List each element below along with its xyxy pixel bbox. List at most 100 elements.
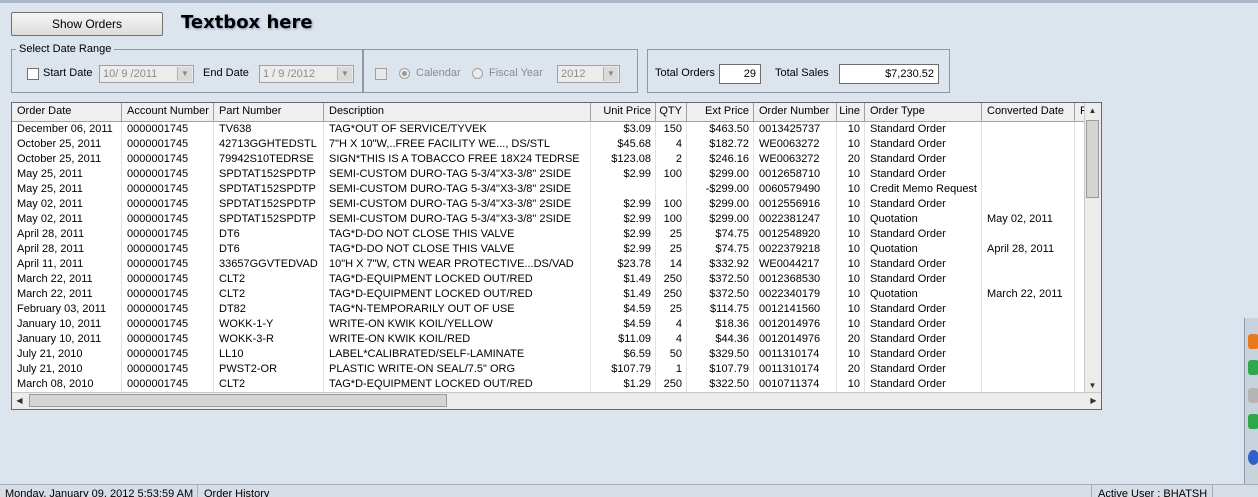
table-cell: CLT2 xyxy=(214,287,324,302)
arrow-left-icon[interactable]: ◀ xyxy=(12,393,27,408)
start-date-checkbox[interactable] xyxy=(27,68,39,80)
orders-grid[interactable]: Order Date Account Number Part Number Descr… xyxy=(11,102,1102,410)
horizontal-scrollbar[interactable]: ◀ ▶ xyxy=(12,392,1101,409)
table-cell: $74.75 xyxy=(687,227,754,242)
warning-icon[interactable] xyxy=(1248,334,1258,349)
column-header[interactable]: Unit Price xyxy=(591,103,656,121)
chevron-down-icon[interactable]: ▼ xyxy=(337,67,352,81)
column-header[interactable]: Account Number xyxy=(122,103,214,121)
table-cell: May 25, 2011 xyxy=(12,182,122,197)
start-date-picker[interactable]: 10/ 9 /2011 ▼ xyxy=(99,65,194,83)
chevron-down-icon[interactable]: ▼ xyxy=(603,67,618,81)
table-cell: TAG*D-EQUIPMENT LOCKED OUT/RED xyxy=(324,377,591,392)
table-cell: 100 xyxy=(656,197,687,212)
table-cell: $18.36 xyxy=(687,317,754,332)
table-row[interactable]: October 25, 2011 0000001745 79942S10TEDRSE… xyxy=(12,152,1085,167)
status-datetime: Monday, January 09, 2012 5:53:59 AM xyxy=(0,485,198,497)
table-cell: 0000001745 xyxy=(122,377,214,392)
table-row[interactable]: February 03, 2011 0000001745 DT82 TAG*N-TEM… xyxy=(12,302,1085,317)
column-header[interactable]: Order Number xyxy=(754,103,837,121)
column-header[interactable]: Order Date xyxy=(12,103,122,121)
table-cell: $44.36 xyxy=(687,332,754,347)
vertical-scrollbar[interactable]: ▲ ▼ xyxy=(1084,103,1101,393)
table-cell: WOKK-3-R xyxy=(214,332,324,347)
fiscal-year-radio[interactable] xyxy=(472,68,483,79)
table-cell: Quotation xyxy=(865,242,982,257)
column-header[interactable]: Line xyxy=(837,103,865,121)
table-cell: 0000001745 xyxy=(122,182,214,197)
horizontal-scroll-thumb[interactable] xyxy=(29,394,447,407)
table-cell: 10 xyxy=(837,122,865,137)
table-cell: Quotation xyxy=(865,212,982,227)
table-cell: 7"H X 10"W,..FREE FACILITY WE..., DS/STL xyxy=(324,137,591,152)
table-cell: $2.99 xyxy=(591,197,656,212)
play-icon[interactable] xyxy=(1248,414,1258,429)
table-row[interactable]: March 08, 2010 0000001745 CLT2 TAG*D-EQUIPM… xyxy=(12,377,1085,392)
table-cell: 0012658710 xyxy=(754,167,837,182)
table-cell: 250 xyxy=(656,287,687,302)
table-cell xyxy=(982,272,1075,287)
arrow-down-icon[interactable]: ▼ xyxy=(1085,378,1100,393)
green-action-icon[interactable] xyxy=(1248,360,1258,375)
table-cell: 0010711374 xyxy=(754,377,837,392)
table-row[interactable]: January 10, 2011 0000001745 WOKK-3-R WRITE-… xyxy=(12,332,1085,347)
table-cell: WRITE-ON KWIK KOIL/RED xyxy=(324,332,591,347)
table-cell: March 22, 2011 xyxy=(12,287,122,302)
table-cell: SEMI-CUSTOM DURO-TAG 5-3/4"X3-3/8" 2SIDE xyxy=(324,197,591,212)
arrow-up-icon[interactable]: ▲ xyxy=(1085,103,1100,118)
column-header[interactable]: QTY xyxy=(656,103,687,121)
table-row[interactable]: April 28, 2011 0000001745 DT6 TAG*D-DO NOT … xyxy=(12,227,1085,242)
table-row[interactable]: April 11, 2011 0000001745 33657GGVTEDVAD 10… xyxy=(12,257,1085,272)
table-cell: SIGN*THIS IS A TOBACCO FREE 18X24 TEDRSE xyxy=(324,152,591,167)
show-orders-button[interactable]: Show Orders xyxy=(11,12,163,36)
column-header[interactable]: Converted Date xyxy=(982,103,1075,121)
table-row[interactable]: January 10, 2011 0000001745 WOKK-1-Y WRITE-… xyxy=(12,317,1085,332)
table-row[interactable]: March 22, 2011 0000001745 CLT2 TAG*D-EQUIPM… xyxy=(12,272,1085,287)
table-row[interactable]: December 06, 2011 0000001745 TV638 TAG*OUT … xyxy=(12,122,1085,137)
table-row[interactable]: May 02, 2011 0000001745 SPDTAT152SPDTP SEMI… xyxy=(12,197,1085,212)
period-checkbox[interactable] xyxy=(375,68,387,80)
chevron-down-icon[interactable]: ▼ xyxy=(177,67,192,81)
table-cell: Standard Order xyxy=(865,227,982,242)
table-row[interactable]: April 28, 2011 0000001745 DT6 TAG*D-DO NOT … xyxy=(12,242,1085,257)
table-cell: 0012556916 xyxy=(754,197,837,212)
table-cell xyxy=(982,302,1075,317)
total-orders-field[interactable]: 29 xyxy=(719,64,761,84)
disabled-action-icon[interactable] xyxy=(1248,388,1258,403)
vertical-scroll-thumb[interactable] xyxy=(1086,120,1099,198)
arrow-right-icon[interactable]: ▶ xyxy=(1086,393,1101,408)
globe-icon[interactable] xyxy=(1248,450,1258,465)
table-cell: $299.00 xyxy=(687,197,754,212)
status-active-user: Active User : BHATSH xyxy=(1093,485,1213,497)
table-cell: 0000001745 xyxy=(122,122,214,137)
table-cell: 0022381247 xyxy=(754,212,837,227)
table-row[interactable]: May 25, 2011 0000001745 SPDTAT152SPDTP SEMI… xyxy=(12,182,1085,197)
table-row[interactable]: July 21, 2010 0000001745 LL10 LABEL*CALIBRA… xyxy=(12,347,1085,362)
table-cell: $372.50 xyxy=(687,272,754,287)
table-cell: $74.75 xyxy=(687,242,754,257)
table-row[interactable]: May 25, 2011 0000001745 SPDTAT152SPDTP SEMI… xyxy=(12,167,1085,182)
table-row[interactable]: March 22, 2011 0000001745 CLT2 TAG*D-EQUIPM… xyxy=(12,287,1085,302)
table-row[interactable]: July 21, 2010 0000001745 PWST2-OR PLASTIC W… xyxy=(12,362,1085,377)
table-cell: December 06, 2011 xyxy=(12,122,122,137)
table-cell xyxy=(982,137,1075,152)
column-header[interactable]: Part Number xyxy=(214,103,324,121)
table-cell: 0000001745 xyxy=(122,317,214,332)
column-header[interactable]: Order Type xyxy=(865,103,982,121)
table-cell: May 02, 2011 xyxy=(12,212,122,227)
table-cell: Standard Order xyxy=(865,377,982,392)
table-cell: 0000001745 xyxy=(122,137,214,152)
end-date-picker[interactable]: 1 / 9 /2012 ▼ xyxy=(259,65,354,83)
calendar-radio[interactable] xyxy=(399,68,410,79)
table-cell: WE0063272 xyxy=(754,152,837,167)
table-row[interactable]: October 25, 2011 0000001745 42713GGHTEDSTL… xyxy=(12,137,1085,152)
year-select[interactable]: 2012 ▼ xyxy=(557,65,620,83)
table-cell: 4 xyxy=(656,317,687,332)
table-cell xyxy=(982,317,1075,332)
table-cell: SEMI-CUSTOM DURO-TAG 5-3/4"X3-3/8" 2SIDE xyxy=(324,167,591,182)
column-header[interactable]: Description xyxy=(324,103,591,121)
table-row[interactable]: May 02, 2011 0000001745 SPDTAT152SPDTP SEMI… xyxy=(12,212,1085,227)
table-cell: Standard Order xyxy=(865,272,982,287)
total-sales-field[interactable]: $7,230.52 xyxy=(839,64,939,84)
column-header[interactable]: Ext Price xyxy=(687,103,754,121)
